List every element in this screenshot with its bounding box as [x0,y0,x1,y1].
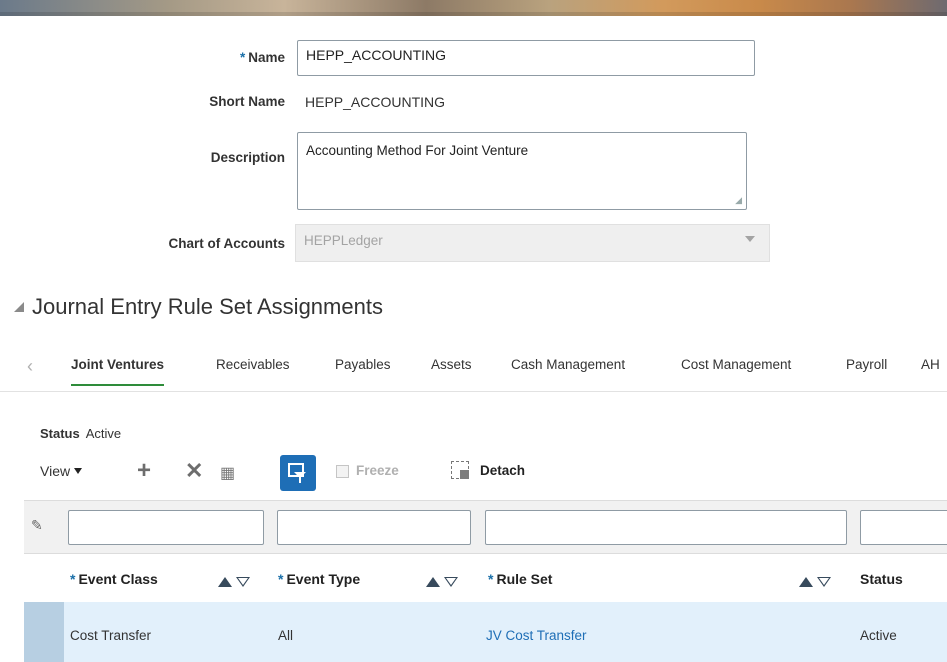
column-header-rule-set[interactable]: * Rule Set [488,571,552,587]
tab-joint-ventures[interactable]: Joint Ventures [71,357,165,386]
status-line: Status Active [40,426,121,441]
sort-descending-icon[interactable] [817,577,831,587]
cell-status: Active [860,628,897,643]
sort-descending-icon[interactable] [444,577,458,587]
tab-bar: ‹ Joint Ventures Receivables Payables As… [0,350,947,392]
filter-icon [288,463,306,483]
event-type-filter-input[interactable] [277,510,471,545]
sort-ascending-icon[interactable] [218,577,232,587]
sort-ascending-icon[interactable] [799,577,813,587]
tab-payroll[interactable]: Payroll [846,357,887,384]
caret-down-icon [74,468,83,474]
status-label: Status [40,426,80,441]
table-toolbar: View + ✕ ▦ Freeze Detach [40,455,940,495]
chevron-down-icon [745,236,755,242]
tab-assets[interactable]: Assets [431,357,472,384]
tab-payables[interactable]: Payables [335,357,391,384]
query-by-example-row: ✎ [24,500,947,554]
sort-rule-set[interactable] [799,574,831,590]
name-label: * Name [239,50,285,65]
freeze-icon [336,465,349,478]
column-header-event-class[interactable]: * Event Class [70,571,158,587]
chart-of-accounts-label: Chart of Accounts [168,236,285,251]
detach-button[interactable]: Detach [480,463,525,478]
name-input[interactable]: HEPP_ACCOUNTING [297,40,755,76]
status-filter-input[interactable] [860,510,947,545]
delete-icon[interactable]: ✕ [185,460,203,482]
view-menu-button[interactable]: View [40,463,83,479]
rule-set-filter-input[interactable] [485,510,847,545]
description-textarea[interactable]: Accounting Method For Joint Venture ◢ [297,132,747,210]
chevron-left-icon[interactable]: ‹ [27,356,33,377]
sort-descending-icon[interactable] [236,577,250,587]
section-title: Journal Entry Rule Set Assignments [32,294,383,319]
resize-grip-icon[interactable]: ◢ [735,195,742,206]
detach-icon[interactable] [451,461,469,479]
event-class-filter-input[interactable] [68,510,264,545]
short-name-value: HEPP_ACCOUNTING [305,94,446,110]
table-header-row: * Event Class * Event Type * Rule Set Statu… [24,556,947,602]
row-selector[interactable] [24,602,64,662]
chart-of-accounts-select: HEPPLedger [295,224,770,262]
cell-rule-set-link[interactable]: JV Cost Transfer [486,628,587,643]
freeze-button: Freeze [356,463,399,478]
column-header-status[interactable]: Status [860,571,903,587]
tab-cost-management[interactable]: Cost Management [681,357,791,384]
column-header-event-type[interactable]: * Event Type [278,571,360,587]
sort-event-class[interactable] [218,574,250,590]
required-marker: * [239,50,246,65]
status-value: Active [85,426,122,441]
collapse-triangle-icon[interactable] [14,302,24,312]
tab-ah[interactable]: AH [921,357,940,384]
sort-event-type[interactable] [426,574,458,590]
add-icon[interactable]: + [137,459,151,483]
sort-ascending-icon[interactable] [426,577,440,587]
cell-event-class: Cost Transfer [70,628,152,643]
query-by-example-button[interactable] [280,455,316,491]
table-row[interactable]: Cost Transfer All JV Cost Transfer Activ… [24,602,947,662]
header-banner-image [0,0,947,16]
cell-event-type: All [278,628,294,643]
section-header[interactable]: Journal Entry Rule Set Assignments [14,294,383,320]
tab-cash-management[interactable]: Cash Management [511,357,625,384]
columns-icon[interactable]: ▦ [220,463,235,483]
description-label: Description [210,150,285,165]
clear-filter-icon[interactable]: ✎ [31,517,43,534]
tab-receivables[interactable]: Receivables [216,357,290,384]
short-name-label: Short Name [209,94,285,109]
